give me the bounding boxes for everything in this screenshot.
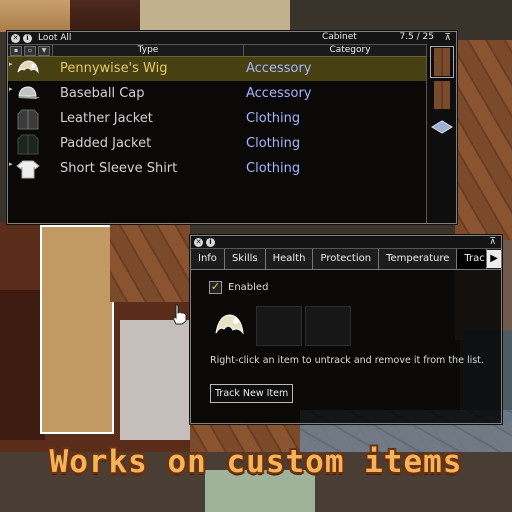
expand-arrow-icon[interactable]: ▸: [9, 85, 13, 93]
container-sidebar: [426, 44, 456, 223]
wig-icon: [215, 314, 244, 335]
item-row[interactable]: Padded Jacket Clothing: [8, 131, 426, 156]
player-info-window: ✕ i ⊼ Info Skills Health Protection Temp…: [190, 235, 502, 424]
item-category: Clothing: [246, 136, 301, 151]
cabinet-icon[interactable]: [429, 46, 454, 78]
leather-jacket-icon: [15, 108, 41, 130]
enabled-toggle[interactable]: ✓ Enabled: [209, 281, 268, 294]
tab-tracking[interactable]: Trac: [457, 249, 488, 269]
cap-icon: [15, 83, 41, 105]
tracked-items-list: [207, 306, 351, 346]
promo-caption: Works on custom items: [49, 444, 463, 480]
tab-protection[interactable]: Protection: [313, 249, 380, 269]
item-row[interactable]: ▸ Baseball Cap Accessory: [8, 81, 426, 106]
item-category: Clothing: [246, 111, 301, 126]
track-new-item-button[interactable]: Track New Item: [210, 384, 294, 403]
hand-cursor-icon: [172, 304, 187, 325]
tracked-item-slot[interactable]: [256, 306, 302, 346]
item-name: Short Sleeve Shirt: [60, 161, 178, 176]
item-row[interactable]: ▸ Pennywise's Wig Accessory: [8, 56, 426, 81]
untrack-hint: Right-click an item to untrack and remov…: [210, 355, 484, 366]
padded-jacket-icon: [15, 133, 41, 155]
expand-arrow-icon[interactable]: ▸: [9, 60, 13, 68]
item-category: Accessory: [246, 86, 312, 101]
enabled-checkbox[interactable]: ✓: [209, 281, 222, 294]
pin-icon[interactable]: ⊼: [444, 33, 451, 43]
filter-icon[interactable]: ▼: [38, 45, 50, 56]
enabled-label: Enabled: [228, 282, 269, 293]
item-category: Accessory: [246, 61, 312, 76]
close-icon[interactable]: ✕: [194, 237, 203, 247]
close-icon[interactable]: ✕: [11, 33, 20, 43]
floor-tile-icon[interactable]: [430, 112, 453, 142]
container-capacity: 7.5 / 25: [399, 32, 434, 42]
wig-icon: [15, 58, 41, 80]
item-category: Clothing: [246, 161, 301, 176]
collapse-all-icon[interactable]: ▫: [24, 45, 36, 56]
shirt-icon: [15, 158, 41, 180]
loot-titlebar[interactable]: ✕ i Loot All Cabinet 7.5 / 25 ⊼: [8, 32, 456, 45]
container-name: Cabinet: [322, 32, 357, 42]
item-name: Padded Jacket: [60, 136, 152, 151]
tab-scroll-right-icon[interactable]: ▶: [487, 250, 501, 268]
loot-window: ✕ i Loot All Cabinet 7.5 / 25 ⊼ ▪ ▫ ▼ Ty…: [7, 31, 457, 224]
expand-all-icon[interactable]: ▪: [10, 45, 22, 56]
loot-all-button[interactable]: Loot All: [38, 33, 71, 43]
info-icon[interactable]: i: [23, 33, 32, 43]
item-row[interactable]: Leather Jacket Clothing: [8, 106, 426, 131]
info-titlebar[interactable]: ✕ i ⊼: [191, 236, 501, 249]
tracked-item-slot[interactable]: [305, 306, 351, 346]
expand-arrow-icon[interactable]: ▸: [9, 160, 13, 168]
type-column-header[interactable]: Type: [52, 45, 244, 56]
tab-health[interactable]: Health: [266, 249, 314, 269]
category-column-header[interactable]: Category: [244, 45, 456, 56]
tab-skills[interactable]: Skills: [225, 249, 266, 269]
item-name: Leather Jacket: [60, 111, 153, 126]
tab-info[interactable]: Info: [191, 249, 225, 269]
item-name: Baseball Cap: [60, 86, 145, 101]
info-icon[interactable]: i: [206, 237, 215, 247]
cabinet-icon[interactable]: [431, 80, 453, 110]
tab-bar: Info Skills Health Protection Temperatur…: [191, 249, 501, 270]
item-name: Pennywise's Wig: [60, 61, 168, 76]
item-row[interactable]: ▸ Short Sleeve Shirt Clothing: [8, 156, 426, 181]
tracked-item-slot[interactable]: [207, 306, 253, 346]
pin-icon[interactable]: ⊼: [489, 237, 496, 247]
item-list: ▸ Pennywise's Wig Accessory ▸ Baseball C…: [8, 56, 426, 181]
tab-temperature[interactable]: Temperature: [379, 249, 458, 269]
